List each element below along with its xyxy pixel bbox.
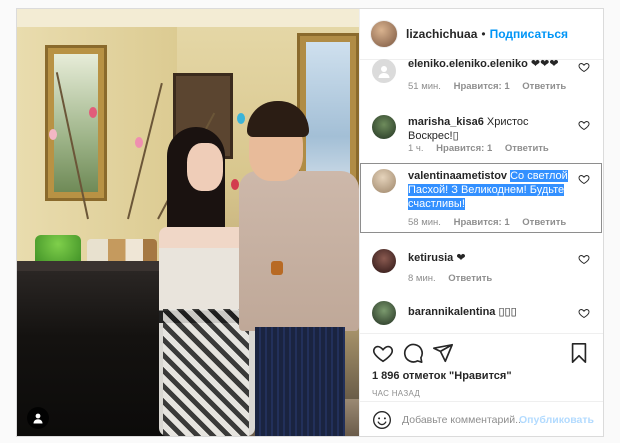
reply-button[interactable]: Ответить xyxy=(448,273,492,284)
comment-likes[interactable]: Нравится: 1 xyxy=(436,143,492,154)
comment-meta: 51 мин. Нравится: 1 Ответить xyxy=(408,81,576,92)
comment-emoji: ▯ xyxy=(452,130,459,142)
commenter-username[interactable]: ketirusia xyxy=(408,252,453,264)
comment-input[interactable]: Добавьте комментарий... xyxy=(402,414,524,426)
comment-item: eleniko.eleniko.eleniko ❤❤❤ 51 мин. Нрав… xyxy=(360,59,603,105)
follow-button[interactable]: Подписаться xyxy=(490,27,568,41)
instagram-post: lizachichuaa • Подписаться eleniko.eleni… xyxy=(16,8,604,437)
bookmark-icon[interactable] xyxy=(568,342,590,364)
commenter-username[interactable]: eleniko.eleniko.eleniko xyxy=(408,59,528,70)
author-avatar[interactable] xyxy=(370,20,398,48)
photo-man-trousers xyxy=(255,327,345,436)
photo-easter-egg xyxy=(89,107,97,118)
action-icons-row xyxy=(372,342,592,366)
author-username[interactable]: lizachichuaa xyxy=(406,27,477,41)
share-icon[interactable] xyxy=(432,342,454,364)
post-time[interactable]: ЧАС НАЗАД xyxy=(372,389,420,398)
comment-body: ❤❤❤ xyxy=(530,59,559,70)
commenter-avatar[interactable] xyxy=(372,59,396,83)
post-actions: 1 896 отметок "Нравится" ЧАС НАЗАД Добав… xyxy=(360,333,603,436)
comment-text: barannikalentina ▯▯▯ xyxy=(408,305,568,319)
comment-item: ketirusia ❤ 8 мин. Ответить xyxy=(360,249,603,293)
photo-easter-egg xyxy=(135,137,143,148)
commenter-avatar[interactable] xyxy=(372,169,396,193)
comment-text: eleniko.eleniko.eleniko ❤❤❤ xyxy=(408,59,568,71)
likes-count[interactable]: 1 896 отметок "Нравится" xyxy=(372,370,512,382)
commenter-username[interactable]: barannikalentina xyxy=(408,306,495,318)
comment-likes[interactable]: Нравится: 1 xyxy=(454,81,510,92)
like-comment-heart-icon[interactable] xyxy=(578,307,590,319)
like-comment-heart-icon[interactable] xyxy=(578,61,590,73)
like-comment-heart-icon[interactable] xyxy=(578,119,590,131)
photo-easter-egg xyxy=(231,179,239,190)
comment-text: marisha_kisa6 Христос Воскрес!▯ xyxy=(408,115,568,143)
photo-watch xyxy=(271,261,283,275)
photo-painting-left xyxy=(45,45,107,201)
comment-item: valentinaametistov Со светлой Пасхой! З … xyxy=(360,165,603,233)
commenter-username[interactable]: marisha_kisa6 xyxy=(408,116,484,128)
photo-man-shirt xyxy=(239,171,359,331)
photo-easter-egg xyxy=(237,113,245,124)
post-photo[interactable] xyxy=(17,9,359,436)
commenter-avatar[interactable] xyxy=(372,249,396,273)
photo-woman-face xyxy=(187,143,223,191)
reply-button[interactable]: Ответить xyxy=(522,81,566,92)
like-comment-heart-icon[interactable] xyxy=(578,173,590,185)
comment-likes[interactable]: Нравится: 1 xyxy=(454,217,510,228)
comment-time[interactable]: 1 ч. xyxy=(408,143,424,154)
like-comment-heart-icon[interactable] xyxy=(578,253,590,265)
post-header: lizachichuaa • Подписаться xyxy=(360,9,603,60)
comment-time[interactable]: 51 мин. xyxy=(408,81,441,92)
add-comment-bar: Добавьте комментарий... Опубликовать xyxy=(360,401,603,436)
publish-button[interactable]: Опубликовать xyxy=(519,414,594,426)
comment-body: ❤ xyxy=(456,252,466,264)
comments-list[interactable]: eleniko.eleniko.eleniko ❤❤❤ 51 мин. Нрав… xyxy=(360,59,603,333)
comment-text: ketirusia ❤ xyxy=(408,251,568,265)
photo-easter-egg xyxy=(49,129,57,140)
reply-button[interactable]: Ответить xyxy=(522,217,566,228)
comment-meta: 8 мин. Ответить xyxy=(408,273,502,284)
comment-time[interactable]: 58 мин. xyxy=(408,217,441,228)
smile-icon[interactable] xyxy=(372,410,392,430)
commenter-avatar[interactable] xyxy=(372,115,396,139)
comment-time[interactable]: 8 мин. xyxy=(408,273,436,284)
comment-text: valentinaametistov Со светлой Пасхой! З … xyxy=(408,169,568,211)
comment-item: barannikalentina ▯▯▯ xyxy=(360,301,603,333)
photo-ceiling xyxy=(17,9,359,27)
comment-icon[interactable] xyxy=(402,342,424,364)
user-tag-icon[interactable] xyxy=(27,407,49,429)
comment-meta: 1 ч. Нравится: 1 Ответить xyxy=(408,143,559,154)
commenter-avatar[interactable] xyxy=(372,301,396,325)
commenter-username[interactable]: valentinaametistov xyxy=(408,170,507,182)
comment-body: ▯▯▯ xyxy=(498,306,517,318)
heart-icon[interactable] xyxy=(372,342,394,364)
comment-item: marisha_kisa6 Христос Воскрес!▯ 1 ч. Нра… xyxy=(360,109,603,163)
post-sidebar: lizachichuaa • Подписаться eleniko.eleni… xyxy=(359,9,603,436)
header-separator: • xyxy=(481,27,486,41)
comment-meta: 58 мин. Нравится: 1 Ответить xyxy=(408,217,576,228)
reply-button[interactable]: Ответить xyxy=(505,143,549,154)
photo-woman-skirt xyxy=(163,309,249,436)
